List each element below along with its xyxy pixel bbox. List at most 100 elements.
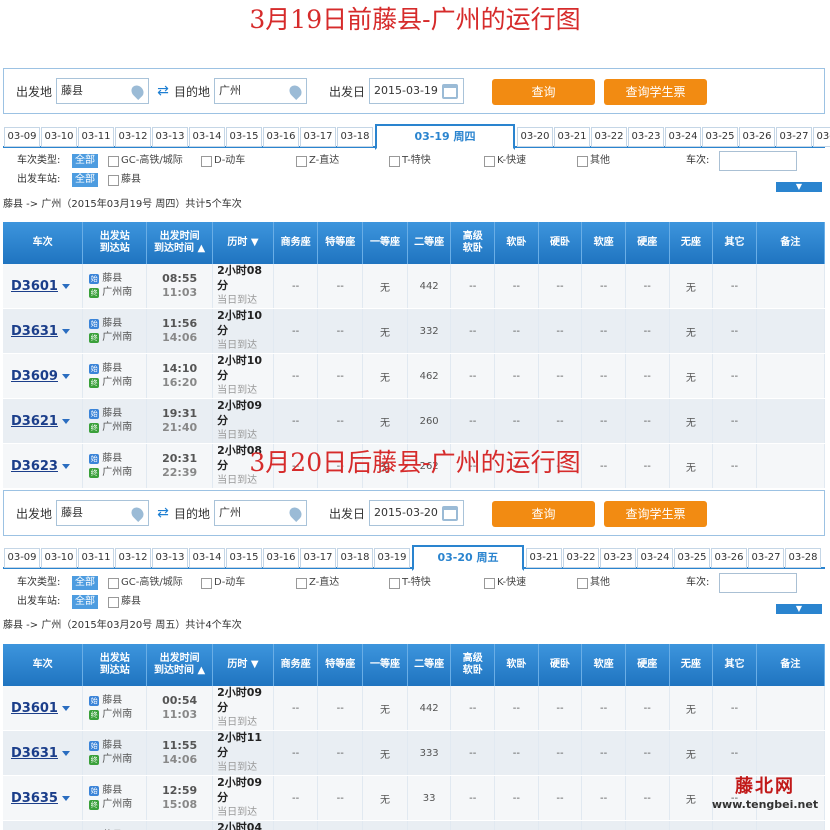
date-tab[interactable]: 03-13 (152, 548, 188, 568)
location-icon (287, 83, 304, 100)
train-type-checkbox[interactable]: K-快速 (484, 576, 526, 590)
swap-icon[interactable]: ⇄ (155, 84, 171, 98)
start-icon: 始 (89, 319, 100, 329)
train-number-input[interactable] (719, 151, 797, 171)
station-checkbox[interactable]: 藤县 (108, 595, 141, 609)
train-type-checkbox[interactable]: 其他 (577, 154, 610, 168)
date-tab[interactable]: 03-21 (554, 127, 590, 147)
date-tab[interactable]: 03-28 (785, 548, 821, 568)
date-tab[interactable]: 03-23 (628, 127, 664, 147)
date-tab[interactable]: 03-25 (702, 127, 738, 147)
expand-button[interactable]: ▼ (776, 604, 822, 614)
student-ticket-button[interactable]: 查询学生票 (604, 501, 707, 527)
date-tab[interactable]: 03-26 (739, 127, 775, 147)
chevron-down-icon[interactable] (61, 795, 70, 801)
to-input[interactable]: 广州 (214, 500, 307, 526)
date-tab[interactable]: 03-10 (41, 548, 77, 568)
date-tab[interactable]: 03-09 (4, 127, 40, 147)
query-button[interactable]: 查询 (492, 79, 595, 105)
chevron-down-icon[interactable] (61, 373, 70, 379)
train-type-checkbox[interactable]: D-动车 (201, 576, 245, 590)
filter-all-button[interactable]: 全部 (72, 154, 98, 168)
seat-soft-seat: -- (581, 686, 626, 731)
date-tab[interactable]: 03-25 (674, 548, 710, 568)
date-tab[interactable]: 03-12 (115, 548, 151, 568)
chevron-down-icon[interactable] (61, 328, 70, 334)
date-tab-selected[interactable]: 03-20 周五 (412, 545, 524, 571)
to-input[interactable]: 广州 (214, 78, 307, 104)
date-tab[interactable]: 03-17 (300, 127, 336, 147)
date-tab[interactable]: 03-19 (374, 548, 410, 568)
date-tab[interactable]: 03-23 (600, 548, 636, 568)
date-tab[interactable]: 03-15 (226, 127, 262, 147)
date-tab[interactable]: 03-26 (711, 548, 747, 568)
from-input[interactable]: 藤县 (56, 78, 149, 104)
date-tab[interactable]: 03-15 (226, 548, 262, 568)
departure-time: 08:55 (162, 272, 198, 285)
chevron-down-icon[interactable] (61, 283, 70, 289)
train-number[interactable]: D3631 (3, 730, 84, 776)
train-type-checkbox[interactable]: T-特快 (389, 576, 431, 590)
date-tab[interactable]: 03-11 (78, 127, 114, 147)
date-tab[interactable]: 03-09 (4, 548, 40, 568)
date-tab[interactable]: 03-28 (813, 127, 830, 147)
date-tab[interactable]: 03-21 (526, 548, 562, 568)
date-tab[interactable]: 03-22 (563, 548, 599, 568)
student-ticket-button[interactable]: 查询学生票 (604, 79, 707, 105)
date-tab[interactable]: 03-18 (337, 127, 373, 147)
chevron-down-icon[interactable] (61, 705, 70, 711)
date-tab[interactable]: 03-17 (300, 548, 336, 568)
train-number[interactable]: D3601 (3, 686, 84, 731)
column-header-duration[interactable]: 历时 ▼ (212, 644, 274, 686)
train-number[interactable]: D3639 (3, 820, 84, 830)
date-tab[interactable]: 03-24 (637, 548, 673, 568)
train-number[interactable]: D3631 (3, 308, 84, 354)
date-input[interactable]: 2015-03-20 (369, 500, 464, 526)
train-number[interactable]: D3609 (3, 353, 84, 399)
column-header-time[interactable]: 出发时间 到达时间 ▲ (146, 222, 214, 264)
station-checkbox[interactable]: 藤县 (108, 173, 141, 187)
filter-all-button[interactable]: 全部 (72, 576, 98, 590)
train-type-checkbox[interactable]: GC-高铁/城际 (108, 576, 183, 590)
query-button[interactable]: 查询 (492, 501, 595, 527)
train-type-checkbox[interactable]: Z-直达 (296, 154, 339, 168)
chevron-down-icon[interactable] (61, 750, 70, 756)
train-type-checkbox[interactable]: Z-直达 (296, 576, 339, 590)
train-number[interactable]: D3635 (3, 775, 84, 821)
train-number[interactable]: D3601 (3, 264, 84, 309)
station-all-button[interactable]: 全部 (72, 173, 98, 187)
date-tab[interactable]: 03-16 (263, 548, 299, 568)
chevron-down-icon[interactable] (61, 418, 70, 424)
seat-remark (756, 353, 826, 399)
date-tab[interactable]: 03-10 (41, 127, 77, 147)
date-tab[interactable]: 03-12 (115, 127, 151, 147)
date-tab[interactable]: 03-18 (337, 548, 373, 568)
expand-button[interactable]: ▼ (776, 182, 822, 192)
arrival-station: 终广州南 (89, 754, 133, 765)
seat-remark (756, 264, 826, 309)
date-tab[interactable]: 03-13 (152, 127, 188, 147)
column-header-time[interactable]: 出发时间 到达时间 ▲ (146, 644, 214, 686)
train-type-checkbox[interactable]: GC-高铁/城际 (108, 154, 183, 168)
train-type-checkbox[interactable]: D-动车 (201, 154, 245, 168)
date-tab-selected[interactable]: 03-19 周四 (375, 124, 515, 150)
station-all-button[interactable]: 全部 (72, 595, 98, 609)
date-tab[interactable]: 03-20 (517, 127, 553, 147)
train-number-input[interactable] (719, 573, 797, 593)
date-tab[interactable]: 03-14 (189, 127, 225, 147)
train-number[interactable]: D3621 (3, 398, 84, 444)
swap-icon[interactable]: ⇄ (155, 506, 171, 520)
from-input[interactable]: 藤县 (56, 500, 149, 526)
date-tab[interactable]: 03-22 (591, 127, 627, 147)
date-tab[interactable]: 03-24 (665, 127, 701, 147)
date-tab[interactable]: 03-27 (776, 127, 812, 147)
date-tab[interactable]: 03-11 (78, 548, 114, 568)
date-tab[interactable]: 03-14 (189, 548, 225, 568)
date-tab[interactable]: 03-27 (748, 548, 784, 568)
train-type-checkbox[interactable]: T-特快 (389, 154, 431, 168)
train-type-checkbox[interactable]: 其他 (577, 576, 610, 590)
date-input[interactable]: 2015-03-19 (369, 78, 464, 104)
column-header-duration[interactable]: 历时 ▼ (212, 222, 274, 264)
train-type-checkbox[interactable]: K-快速 (484, 154, 526, 168)
date-tab[interactable]: 03-16 (263, 127, 299, 147)
